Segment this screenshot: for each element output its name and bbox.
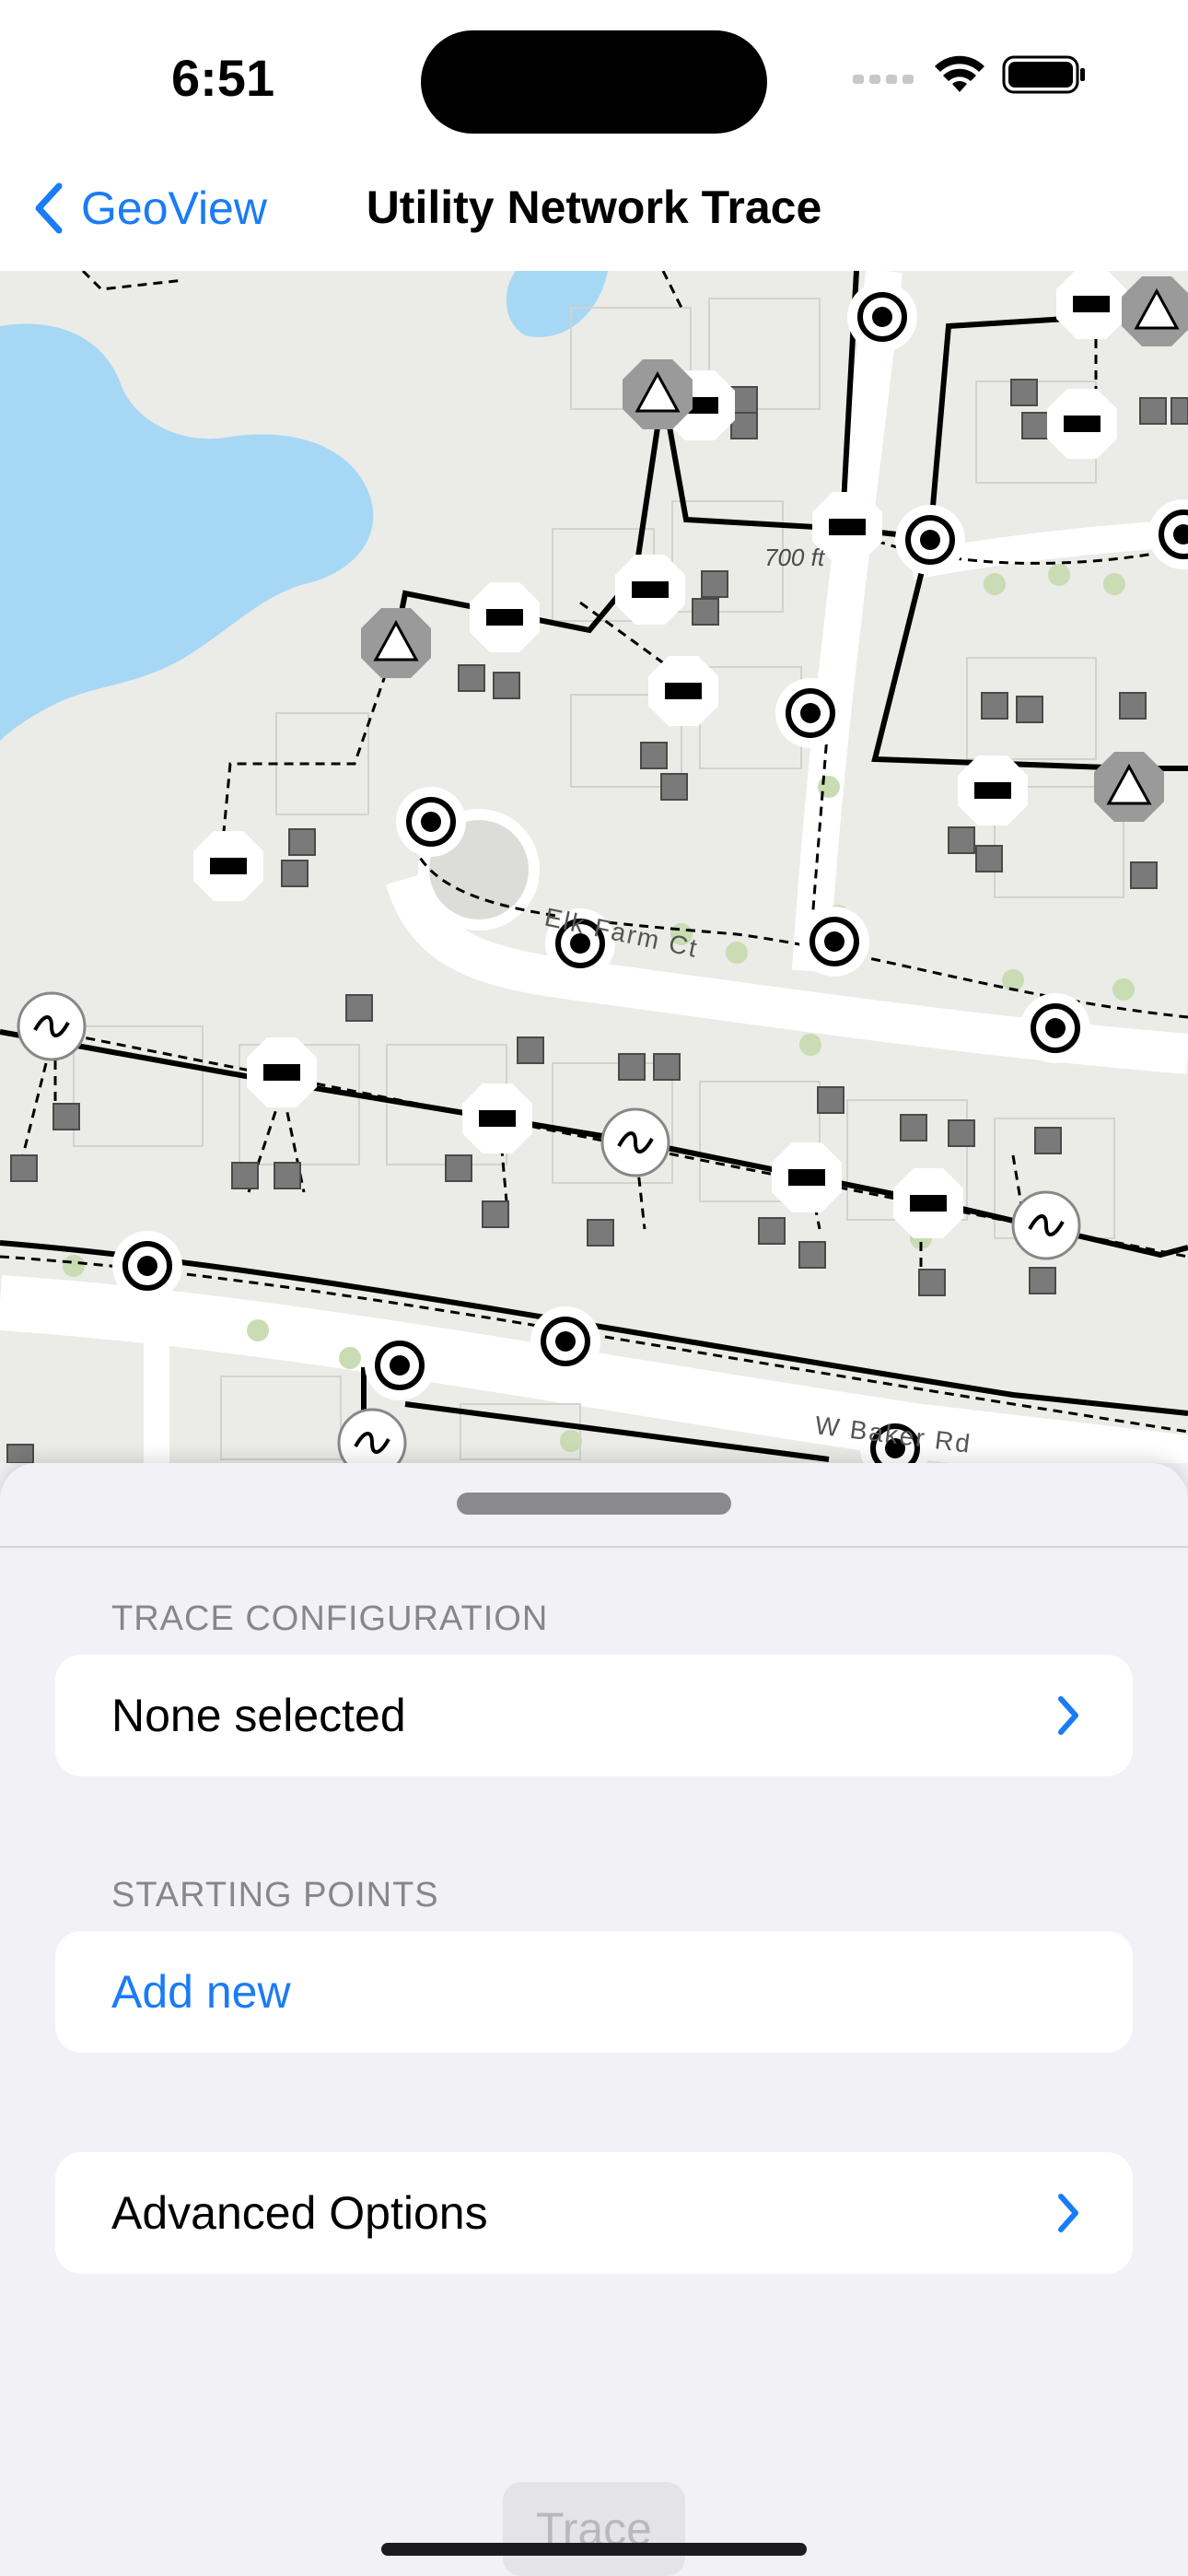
wifi-icon <box>935 55 984 92</box>
status-bar: 6:51 <box>0 0 1188 147</box>
back-button-label: GeoView <box>81 182 267 234</box>
status-icons <box>853 55 1087 94</box>
map-scale-label: 700 ft <box>764 544 826 571</box>
trace-button[interactable]: Trace <box>503 2482 685 2576</box>
map-view[interactable]: 700 ft Elk Farm Ct W Baker Rd <box>0 271 1188 1463</box>
chevron-right-icon <box>1058 1696 1078 1735</box>
trace-configuration-header: TRACE CONFIGURATION <box>111 1599 549 1638</box>
trace-configuration-row[interactable]: None selected <box>55 1655 1133 1776</box>
water-body-north <box>506 271 608 337</box>
dynamic-island <box>421 30 767 134</box>
back-button[interactable]: GeoView <box>31 181 267 236</box>
water-body <box>0 323 374 741</box>
advanced-options-label: Advanced Options <box>111 2187 488 2239</box>
sheet-divider <box>0 1546 1188 1548</box>
road-main-vertical <box>792 271 903 973</box>
starting-points-header: STARTING POINTS <box>111 1876 439 1914</box>
cellular-signal-icon <box>853 75 914 84</box>
add-starting-point-button[interactable]: Add new <box>55 1931 1133 2053</box>
battery-icon <box>1002 55 1085 94</box>
home-indicator <box>381 2543 807 2556</box>
chevron-left-icon <box>35 182 63 234</box>
status-time: 6:51 <box>171 49 275 107</box>
map-canvas: 700 ft Elk Farm Ct W Baker Rd <box>0 271 1188 1463</box>
add-new-label: Add new <box>111 1966 291 2018</box>
advanced-options-row[interactable]: Advanced Options <box>55 2152 1133 2274</box>
trace-configuration-value: None selected <box>111 1690 406 1741</box>
chevron-right-icon <box>1058 2194 1078 2232</box>
sheet-grabber[interactable] <box>457 1493 731 1515</box>
